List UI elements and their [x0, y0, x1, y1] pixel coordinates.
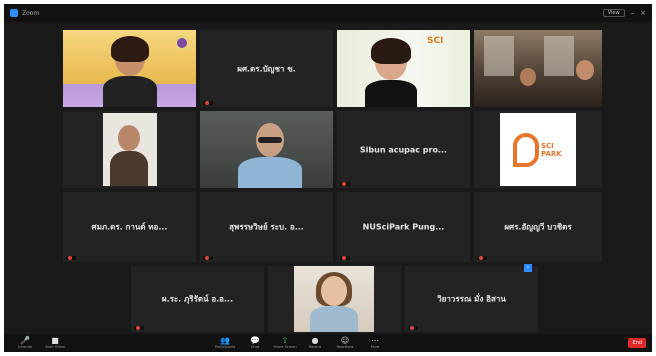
video-tile[interactable]: ผ.ระ. ภุริรัตน์ อ.อ... [131, 266, 264, 332]
mic-off-icon [342, 256, 346, 260]
video-tile[interactable] [63, 30, 196, 107]
active-speaker-tile[interactable] [200, 111, 333, 188]
mic-off-icon [205, 101, 209, 105]
participant-name: วิยาวรรณ มั่ง อิสาน [437, 294, 506, 304]
participant-name-label [66, 256, 76, 260]
participant-name: ศมภ.ดร. กานต์ ทอ... [91, 222, 168, 232]
minimize-icon[interactable]: – [631, 9, 635, 17]
participant-face [118, 125, 140, 151]
record-button[interactable]: ● Record [300, 336, 330, 350]
video-tile[interactable] [63, 111, 196, 188]
participant-name: สุพรรษวิษย์ ระบ. อ... [229, 222, 304, 232]
reactions-icon: ☺ [340, 336, 350, 345]
view-button[interactable]: View [602, 9, 625, 17]
window-title: Zoom [22, 9, 40, 17]
participant-name: ผ.ระ. ภุริรัตน์ อ.อ... [161, 294, 234, 304]
zoom-logo-icon [10, 9, 18, 17]
participant-face [520, 68, 536, 86]
participant-name: ผศ.ดร.บัญชา ข. [237, 64, 296, 73]
meeting-toolbar: 🎤 Unmute ■ Start Video 👥 Participants 💬 … [4, 334, 652, 352]
video-tile[interactable]: SCI [337, 30, 470, 107]
record-icon: ● [311, 336, 319, 345]
nsp-logo-icon: SCI [427, 36, 444, 46]
participant-name-label [340, 182, 350, 186]
mic-off-icon [68, 256, 72, 260]
more-icon: ⋯ [371, 336, 379, 345]
mic-off-icon [410, 326, 414, 330]
participant-name-label [340, 256, 350, 260]
participant-face [321, 276, 347, 306]
video-tile[interactable]: วิยาวรรณ มั่ง อิสาน [405, 266, 538, 332]
meeting-window: Zoom View – × ผศ.ดร.บัญชา ข. SCI Sibun a… [4, 4, 652, 352]
video-tile[interactable]: ศมภ.ดร. กานต์ ทอ... [63, 192, 196, 262]
share-screen-button[interactable]: ⇪ Share Screen [270, 336, 300, 350]
chat-button[interactable]: 💬 Chat [240, 336, 270, 350]
close-icon[interactable]: × [640, 9, 646, 17]
title-bar: Zoom View – × [4, 4, 652, 22]
video-tile[interactable]: Sibun acupac pro... [337, 111, 470, 188]
participants-button[interactable]: 👥 Participants [210, 336, 240, 350]
participant-name-label [477, 256, 487, 260]
participant-name: ผศร.อัญญวี บวชิตร [504, 222, 572, 232]
participant-name-label [203, 256, 213, 260]
reactions-button[interactable]: ☺ Reactions [330, 336, 360, 350]
org-seal-icon [175, 36, 189, 50]
participant-name-label [134, 326, 144, 330]
video-tile[interactable]: NUSciPark Pung... [337, 192, 470, 262]
participant-name: Sibun acupac pro... [359, 145, 448, 154]
end-meeting-button[interactable]: End [628, 338, 646, 348]
video-tile[interactable]: SCI PARK [474, 111, 602, 188]
more-button[interactable]: ⋯ More [360, 336, 390, 350]
share-screen-icon: ⇪ [281, 336, 289, 345]
video-tile[interactable] [474, 30, 602, 107]
mic-off-icon [205, 256, 209, 260]
mic-off-icon [136, 326, 140, 330]
video-tile[interactable]: สุพรรษวิษย์ ระบ. อ... [200, 192, 333, 262]
video-camera-icon: ■ [51, 336, 59, 345]
video-tile[interactable]: ผศ.ดร.บัญชา ข. [200, 30, 333, 107]
participants-icon: 👥 [220, 336, 230, 345]
mic-off-icon [479, 256, 483, 260]
participant-name-label [203, 101, 213, 105]
page-next-icon[interactable]: › [524, 264, 532, 272]
unmute-button[interactable]: 🎤 Unmute [10, 336, 40, 350]
mic-off-icon [342, 182, 346, 186]
video-tile[interactable] [268, 266, 401, 332]
chat-icon: 💬 [250, 336, 260, 345]
video-tile[interactable]: ผศร.อัญญวี บวชิตร [474, 192, 602, 262]
participant-name-label [408, 326, 418, 330]
participant-name: NUSciPark Pung... [362, 222, 445, 232]
microphone-icon: 🎤 [20, 336, 30, 345]
start-video-button[interactable]: ■ Start Video [40, 336, 70, 350]
scipark-logo: SCI PARK [500, 113, 576, 186]
participant-face [576, 60, 594, 80]
